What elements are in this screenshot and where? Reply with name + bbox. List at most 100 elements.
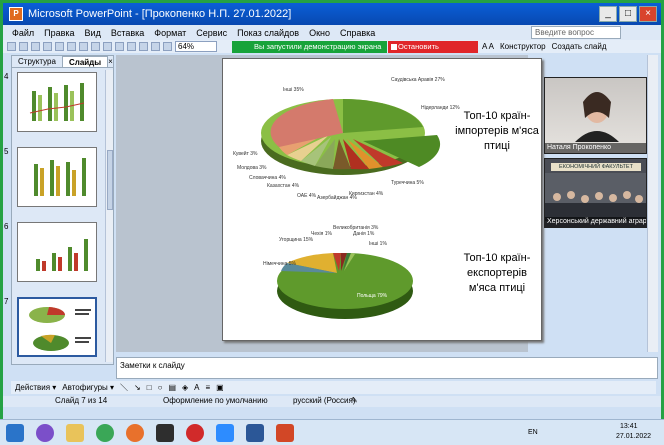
- new-icon[interactable]: [7, 42, 16, 51]
- slide-canvas[interactable]: Саудівська Аравія 27% Нідерланди 12% Тур…: [222, 58, 542, 341]
- rectangle-icon[interactable]: □: [147, 383, 152, 392]
- zoom-select[interactable]: 64%: [175, 41, 217, 52]
- grid-icon[interactable]: [163, 42, 172, 51]
- save-icon[interactable]: [31, 42, 40, 51]
- word-icon[interactable]: [246, 424, 264, 442]
- label-turkey: Туреччина 5%: [391, 180, 424, 186]
- preview-icon[interactable]: [55, 42, 64, 51]
- label-hungary: Угорщина 15%: [279, 237, 314, 243]
- export-title: Топ-10 країн-експортерів м'яса птиці: [463, 252, 531, 294]
- label-denmark: Данія 1%: [353, 231, 375, 237]
- viber-icon[interactable]: [36, 424, 54, 442]
- panel-close-icon[interactable]: ×: [108, 56, 116, 67]
- table-icon[interactable]: [151, 42, 160, 51]
- menu-help[interactable]: Справка: [335, 28, 380, 38]
- chart-icon[interactable]: [139, 42, 148, 51]
- ask-question-input[interactable]: Введите вопрос: [531, 26, 621, 39]
- explorer-icon[interactable]: [66, 424, 84, 442]
- font-grow-icon[interactable]: A A: [482, 42, 494, 51]
- drawing-toolbar: Действия ▾ Автофигуры ▾ ＼ ↘ □ ○ ▤ ◈ A ≡ …: [11, 381, 656, 394]
- open-icon[interactable]: [19, 42, 28, 51]
- label-uae: ОАЕ 4%: [297, 193, 317, 199]
- menu-insert[interactable]: Вставка: [106, 28, 149, 38]
- font-color-icon[interactable]: A: [194, 383, 199, 392]
- powerpoint-taskbar-icon[interactable]: [276, 424, 294, 442]
- audience-name: Херсонський державний аграрно...: [545, 217, 646, 227]
- label-kuwait: Кувейт 3%: [233, 150, 258, 157]
- slide-scrollbar[interactable]: [647, 55, 658, 352]
- redo-icon[interactable]: [127, 42, 136, 51]
- label-kazakhstan: Казахстан 4%: [267, 183, 300, 189]
- video-tile-audience[interactable]: ЕКОНОМІЧНИЙ ФАКУЛЬТЕТ Херсонський держав…: [544, 158, 647, 228]
- oval-icon[interactable]: ○: [158, 383, 163, 392]
- paste-icon[interactable]: [103, 42, 112, 51]
- spellcheck-icon[interactable]: ✎: [351, 396, 358, 405]
- label-slovakia: Словаччина 4%: [249, 175, 286, 181]
- title-bar[interactable]: P Microsoft PowerPoint - [Прокопенко Н.П…: [3, 3, 661, 25]
- status-language: русский (Россия): [293, 396, 356, 405]
- stop-share-button[interactable]: Остановить демонстрацию: [388, 41, 478, 63]
- designer-button[interactable]: Конструктор: [500, 42, 546, 51]
- opera-icon[interactable]: [186, 424, 204, 442]
- import-title: Топ-10 країн-імпортерів м'яса птиці: [455, 110, 539, 152]
- language-indicator[interactable]: EN: [528, 429, 538, 436]
- clock-date: 27.01.2022: [616, 433, 652, 440]
- slide-number-6: 6: [4, 222, 9, 231]
- menu-format[interactable]: Формат: [149, 28, 191, 38]
- start-icon[interactable]: [6, 424, 24, 442]
- label-germany: Німеччина 5%: [263, 261, 296, 267]
- thumb-bar-chart: [36, 239, 88, 271]
- formatting-toolbar: A A Конструктор Создать слайд: [482, 40, 607, 53]
- slide-thumb-4[interactable]: [17, 72, 97, 132]
- slide-thumb-6[interactable]: [17, 222, 97, 282]
- new-slide-button[interactable]: Создать слайд: [552, 42, 607, 51]
- windows-taskbar: EN 13:41 27.01.2022: [0, 419, 664, 445]
- textbox-icon[interactable]: ▤: [168, 383, 176, 392]
- status-design: Оформление по умолчанию: [163, 396, 268, 405]
- menu-slideshow[interactable]: Показ слайдов: [232, 28, 304, 38]
- menu-view[interactable]: Вид: [80, 28, 106, 38]
- spelling-icon[interactable]: [67, 42, 76, 51]
- menu-edit[interactable]: Правка: [39, 28, 79, 38]
- stop-icon: [391, 44, 397, 50]
- undo-icon[interactable]: [115, 42, 124, 51]
- fill-color-icon[interactable]: ◈: [182, 383, 188, 392]
- maximize-button[interactable]: □: [619, 6, 637, 22]
- cut-icon[interactable]: [79, 42, 88, 51]
- zoom-icon[interactable]: [216, 424, 234, 442]
- slide-number-4: 4: [4, 72, 9, 81]
- menu-window[interactable]: Окно: [304, 28, 335, 38]
- line-icon[interactable]: ＼: [120, 382, 128, 393]
- menu-tools[interactable]: Сервис: [191, 28, 232, 38]
- person-avatar: [575, 92, 619, 142]
- slide-number-5: 5: [4, 147, 9, 156]
- status-slide-count: Слайд 7 из 14: [55, 396, 108, 405]
- label-saudi: Саудівська Аравія 27%: [391, 77, 445, 83]
- label-moldova: Молдова 3%: [237, 165, 267, 171]
- arrow-icon[interactable]: ↘: [134, 383, 141, 392]
- panel-scrollbar[interactable]: [105, 70, 113, 362]
- window-title: Microsoft PowerPoint - [Прокопенко Н.П. …: [28, 8, 292, 20]
- shadow-icon[interactable]: ▣: [216, 383, 224, 392]
- menu-file[interactable]: Файл: [7, 28, 39, 38]
- actions-menu[interactable]: Действия ▾: [15, 383, 56, 392]
- tab-slides[interactable]: Слайды: [61, 56, 109, 67]
- notes-pane[interactable]: Заметки к слайду: [116, 357, 658, 379]
- print-icon[interactable]: [43, 42, 52, 51]
- copy-icon[interactable]: [91, 42, 100, 51]
- chrome-icon[interactable]: [96, 424, 114, 442]
- video-tile-presenter[interactable]: Наталя Прокопенко: [544, 77, 647, 154]
- tab-outline[interactable]: Структура: [12, 56, 62, 67]
- line-style-icon[interactable]: ≡: [206, 383, 211, 392]
- slide-number-7: 7: [4, 297, 9, 306]
- slide-thumb-7[interactable]: [17, 297, 97, 357]
- app-icon[interactable]: [156, 424, 174, 442]
- minimize-button[interactable]: _: [599, 6, 617, 22]
- firefox-icon[interactable]: [126, 424, 144, 442]
- label-azerbaijan: Азербайджан 4%: [317, 194, 357, 201]
- autoshapes-menu[interactable]: Автофигуры ▾: [62, 383, 114, 392]
- faculty-banner: ЕКОНОМІЧНИЙ ФАКУЛЬТЕТ: [551, 163, 641, 171]
- slide-thumb-5[interactable]: [17, 147, 97, 207]
- export-pie-chart: [277, 252, 413, 319]
- close-button[interactable]: ×: [639, 6, 657, 22]
